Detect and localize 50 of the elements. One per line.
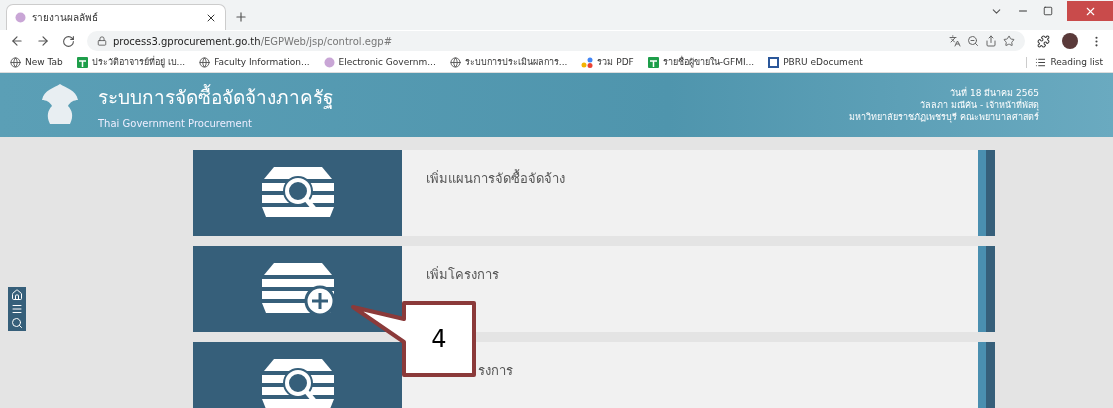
avatar[interactable] [1062, 33, 1078, 49]
user-info: มหาวิทยาลัยราชภัฏเพชรบุรี คณะพยาบาลศาสตร์ [849, 111, 1039, 123]
lock-icon [97, 36, 107, 46]
document-icon [768, 56, 780, 68]
tab-title: รายงานผลลัพธ์ [32, 11, 99, 25]
menu-card[interactable]: เพิ่มแผนการจัดซื้อจัดจ้าง [193, 150, 995, 236]
bookmark-link[interactable]: Faculty Information... [214, 57, 310, 67]
stack-magnifier-icon [259, 359, 336, 408]
bookmark-link[interactable]: New Tab [25, 57, 63, 67]
site-title: ระบบการจัดซื้อจัดจ้างภาครัฐ [98, 83, 334, 111]
stack-magnifier-icon [259, 167, 336, 219]
globe-icon [199, 56, 211, 68]
bookmark-link[interactable]: ระบบการประเมินผลการ... [464, 55, 568, 69]
forward-icon[interactable] [36, 34, 50, 48]
side-strip [978, 342, 995, 408]
reload-icon[interactable] [62, 34, 75, 48]
globe-icon [449, 56, 461, 68]
translate-icon[interactable] [949, 35, 961, 47]
globe-icon [10, 56, 21, 68]
stack-plus-icon [259, 263, 336, 315]
browser-tab[interactable]: รายงานผลลัพธ์ [6, 4, 226, 30]
reading-list-button[interactable]: Reading list [1026, 56, 1103, 68]
menu-label: เพิ่มโครงการ [425, 265, 500, 284]
extensions-icon[interactable] [1037, 34, 1050, 48]
new-tab-icon[interactable] [234, 10, 248, 24]
menu-label: เพิ่มแผนการจัดซื้อจัดจ้าง [425, 168, 566, 188]
user-info: วัลลภา มณีคัน - เจ้าหน้าที่พัสดุ [920, 99, 1039, 111]
user-info: วันที่ 18 มีนาคม 2565 [950, 87, 1039, 99]
menu-icon[interactable] [11, 303, 23, 315]
bookmark-link[interactable]: รายชื่อผู้ขายใน-GFMI... [662, 55, 755, 69]
bookmark-link[interactable]: Electronic Governm... [338, 57, 436, 67]
sheet-icon [647, 56, 659, 68]
back-icon[interactable] [10, 34, 24, 48]
address-field[interactable]: process3.gprocurement.go.th/EGPWeb/jsp/control.egp# [87, 31, 1025, 51]
bookmark-link[interactable]: PBRU eDocument [783, 57, 863, 67]
search-icon[interactable] [11, 317, 23, 329]
zoom-out-icon[interactable] [967, 35, 979, 47]
list-icon [1035, 56, 1047, 68]
dots-icon [581, 56, 594, 68]
site-subtitle: Thai Government Procurement [98, 117, 253, 129]
url-host: process3.gprocurement.go.th [113, 35, 261, 47]
bookmark-link[interactable]: ประวัติอาจารย์ที่อยู่ เบ... [91, 55, 186, 69]
url-path: /EGPWeb/jsp/control.egp# [260, 35, 394, 47]
sheet-icon [76, 56, 88, 68]
menu-label: รงการ [477, 362, 514, 380]
home-icon[interactable] [11, 289, 23, 301]
star-icon[interactable] [1003, 35, 1015, 47]
bookmark-link[interactable]: รวม PDF [597, 55, 634, 69]
restore-icon[interactable] [1043, 6, 1053, 16]
share-icon[interactable] [985, 35, 997, 47]
